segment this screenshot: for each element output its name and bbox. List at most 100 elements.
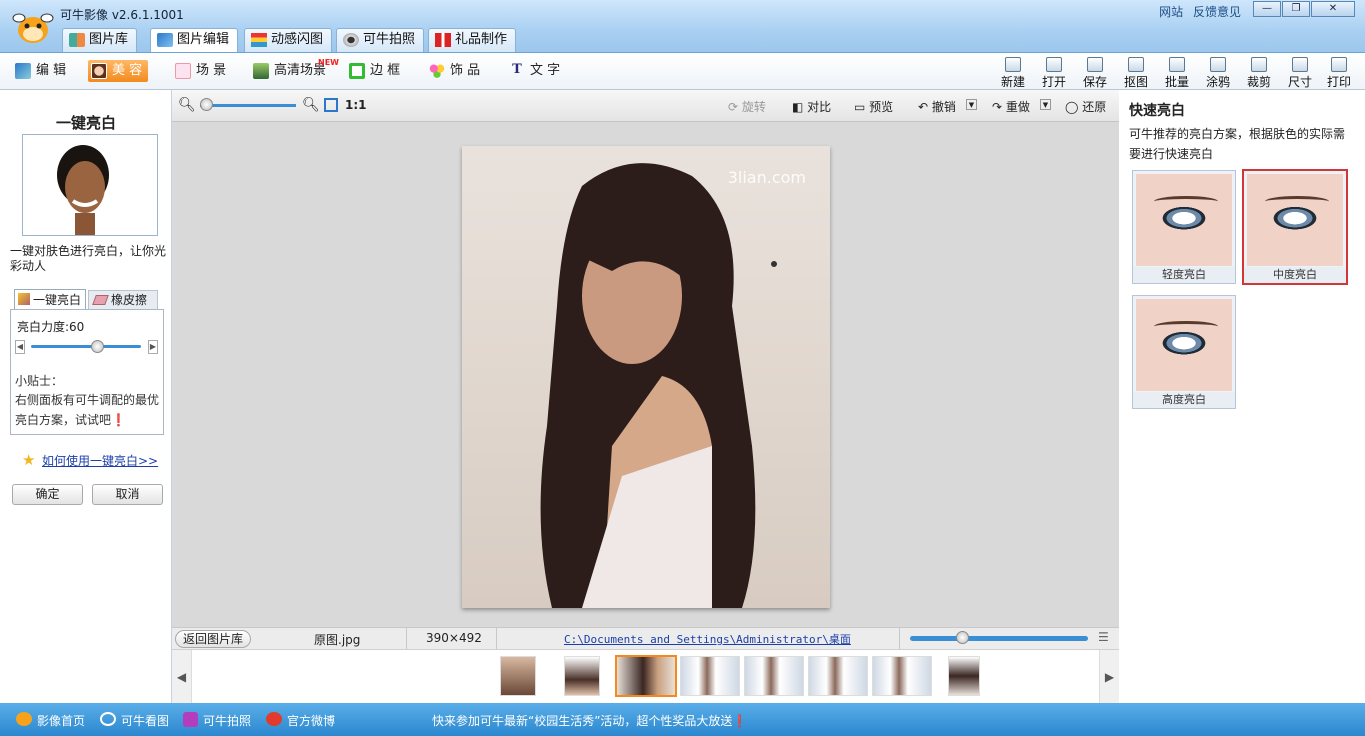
ok-button[interactable]: 确定	[12, 484, 83, 505]
open-button[interactable]: 打开	[1037, 57, 1071, 90]
close-button[interactable]: ✕	[1311, 1, 1355, 17]
undo-dropdown-icon[interactable]: ▼	[966, 99, 977, 110]
btn-label: 抠图	[1123, 75, 1148, 89]
website-link[interactable]: 网站	[1159, 5, 1183, 19]
redo-dropdown-icon[interactable]: ▼	[1040, 99, 1051, 110]
panel-title: 一键亮白	[55, 114, 116, 132]
tab-eraser[interactable]: 橡皮擦	[88, 290, 158, 310]
tab-camera[interactable]: 可牛拍照	[336, 28, 425, 52]
bottom-bar: 影像首页 可牛看图 可牛拍照 官方微博 快来参加可牛最新“校园生活秀”活动，超个…	[0, 703, 1365, 736]
preset-medium-whiten[interactable]: 中度亮白	[1242, 169, 1348, 285]
tool-text[interactable]: T文 字	[506, 60, 560, 82]
canvas-area: 🔍︎ 🔍︎ 1:1 ⟳ 旋转 ◧ 对比 ▭ 预览 ↶ 撤销 ▼ ↷ 重做 ▼ ◯…	[172, 90, 1119, 627]
tool-scene[interactable]: 场 景	[172, 60, 226, 82]
tool-edit[interactable]: 编 辑	[12, 60, 66, 82]
compare-button[interactable]: ◧ 对比	[792, 98, 831, 115]
batch-icon	[1169, 57, 1185, 72]
star-icon: ★	[22, 451, 36, 469]
file-name: 原图.jpg	[314, 633, 361, 647]
tab-gift[interactable]: 礼品制作	[428, 28, 517, 52]
filmstrip-thumbnail[interactable]	[500, 656, 536, 696]
title-bar: 可牛影像 v2.6.1.1001 图片库 图片编辑 动感闪图 可牛拍照 礼品制作…	[0, 0, 1365, 53]
save-button[interactable]: 保存	[1078, 57, 1112, 90]
file-path-link[interactable]: C:\Documents and Settings\Administrator\…	[564, 631, 851, 647]
zoom-in-icon[interactable]: 🔍︎	[302, 97, 320, 113]
preset-high-whiten[interactable]: 高度亮白	[1132, 295, 1236, 409]
filmstrip-thumbnail[interactable]	[872, 656, 932, 696]
tool-hd-scene[interactable]: 高清场景 NEW	[250, 58, 339, 82]
tab-photo-edit[interactable]: 图片编辑	[150, 28, 239, 53]
filmstrip-thumbnail[interactable]	[744, 656, 804, 696]
tool-beauty[interactable]: 美 容	[88, 60, 149, 82]
restore-button[interactable]: ◯ 还原	[1065, 98, 1106, 115]
tab-library[interactable]: 图片库	[62, 28, 138, 52]
thumb-size-slider[interactable]	[910, 636, 1088, 641]
zoom-out-icon[interactable]: 🔍︎	[178, 97, 196, 113]
camera-app-icon	[183, 712, 198, 727]
tab-whiten[interactable]: 一键亮白	[14, 289, 86, 310]
btn-label: 涂鸦	[1205, 75, 1230, 89]
feedback-link[interactable]: 反馈意见	[1193, 5, 1241, 19]
strength-slider-track[interactable]	[31, 345, 141, 348]
filmstrip-next-arrow[interactable]: ▶	[1099, 650, 1119, 704]
filmstrip-thumbnail-selected[interactable]	[615, 655, 677, 697]
filmstrip-thumbnail[interactable]	[948, 656, 980, 696]
fit-screen-icon[interactable]	[324, 98, 338, 112]
zoom-slider-track[interactable]	[200, 104, 296, 107]
folder-icon	[1046, 57, 1062, 72]
cutout-button[interactable]: 抠图	[1119, 57, 1153, 90]
promo-banner[interactable]: 快来参加可牛最新“校园生活秀”活动，超个性奖品大放送❗	[432, 712, 747, 729]
link-camera[interactable]: 可牛拍照	[203, 712, 251, 729]
crop-icon	[1251, 57, 1267, 72]
preview-button[interactable]: ▭ 预览	[854, 98, 893, 115]
tool-decor[interactable]: 饰 品	[426, 60, 480, 82]
new-file-icon	[1005, 57, 1021, 72]
strength-slider-thumb[interactable]	[91, 340, 104, 353]
crop-button[interactable]: 裁剪	[1242, 57, 1276, 90]
cow-logo-icon	[12, 13, 54, 43]
filmstrip-thumbnail[interactable]	[564, 656, 600, 696]
tool-frame[interactable]: 边 框	[346, 60, 400, 82]
edit-icon	[157, 33, 173, 47]
thumb-size-slider-thumb[interactable]	[956, 631, 969, 644]
cancel-button[interactable]: 取消	[92, 484, 163, 505]
preview-icon: ▭	[854, 100, 870, 114]
top-links: 网站 反馈意见	[1159, 3, 1241, 20]
restore-icon: ◯	[1065, 100, 1083, 114]
edited-photo[interactable]: 3lian.com	[462, 146, 830, 608]
link-weibo[interactable]: 官方微博	[287, 712, 335, 729]
preset-light-whiten[interactable]: 轻度亮白	[1132, 170, 1236, 284]
print-button[interactable]: 打印	[1322, 57, 1356, 90]
btn-label: 尺寸	[1287, 75, 1312, 89]
menu-lines-icon[interactable]: ☰	[1098, 630, 1109, 644]
filmstrip-prev-arrow[interactable]: ◀	[172, 650, 192, 704]
strength-label: 亮白力度:60	[17, 320, 85, 334]
link-viewer[interactable]: 可牛看图	[121, 712, 169, 729]
slider-left-arrow[interactable]: ◀	[15, 340, 25, 354]
preset-label: 轻度亮白	[1133, 267, 1235, 283]
eye-preview-image	[1247, 174, 1343, 266]
doodle-button[interactable]: 涂鸦	[1201, 57, 1235, 90]
slider-right-arrow[interactable]: ▶	[148, 340, 158, 354]
link-home[interactable]: 影像首页	[37, 712, 85, 729]
btn-label: 打印	[1326, 75, 1351, 89]
back-to-library-button[interactable]: 返回图片库	[175, 630, 251, 648]
resize-button[interactable]: 尺寸	[1283, 57, 1317, 90]
batch-button[interactable]: 批量	[1160, 57, 1194, 90]
quick-whiten-description: 可牛推荐的亮白方案，根据肤色的实际需要进行快速亮白	[1129, 127, 1346, 161]
howto-link[interactable]: 如何使用一键亮白>>	[42, 452, 158, 469]
minimize-button[interactable]: —	[1253, 1, 1281, 17]
redo-label: 重做	[1005, 100, 1030, 114]
tab-label: 礼品制作	[455, 32, 508, 47]
undo-label: 撤销	[931, 100, 956, 114]
redo-button[interactable]: ↷ 重做	[992, 98, 1030, 115]
zoom-slider-thumb[interactable]	[200, 98, 213, 111]
rotate-button[interactable]: ⟳ 旋转	[728, 98, 766, 115]
zoom-ratio[interactable]: 1:1	[345, 98, 367, 112]
new-button[interactable]: 新建	[996, 57, 1030, 90]
undo-button[interactable]: ↶ 撤销	[918, 98, 956, 115]
filmstrip-thumbnail[interactable]	[680, 656, 740, 696]
tab-flash-gif[interactable]: 动感闪图	[244, 28, 333, 52]
restore-button[interactable]: ❐	[1282, 1, 1310, 17]
filmstrip-thumbnail[interactable]	[808, 656, 868, 696]
